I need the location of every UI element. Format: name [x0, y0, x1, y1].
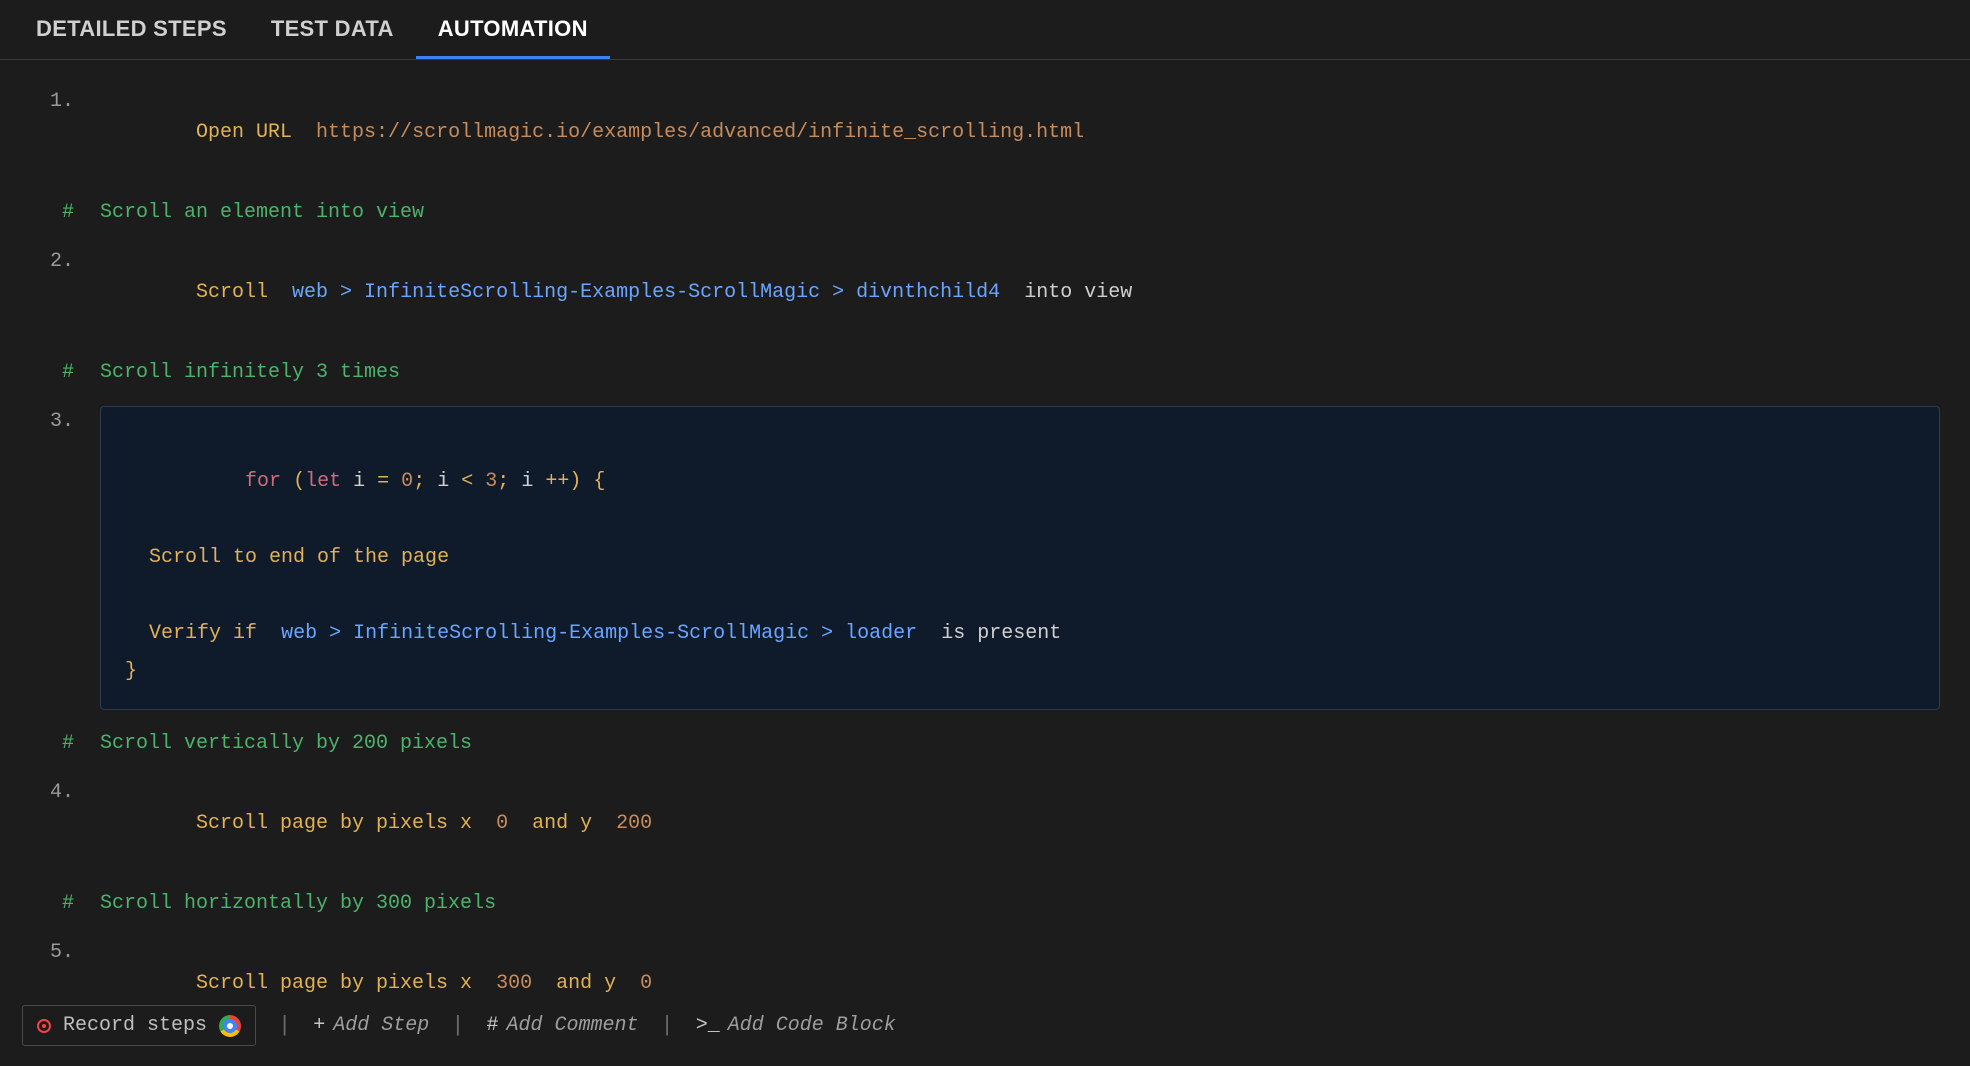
action-mid: and y — [556, 972, 616, 995]
action-keyword: Scroll page by pixels x — [196, 812, 472, 835]
add-comment-button[interactable]: # Add Comment — [486, 1014, 638, 1037]
steps-editor[interactable]: 1. Open URL https://scrollmagic.io/examp… — [0, 60, 1970, 1066]
code-inner-suffix: is present — [941, 622, 1061, 645]
code-block-row[interactable]: 3. for (let i = 0; i < 3; i ++) { Scroll… — [30, 406, 1940, 710]
comment-row[interactable]: # Scroll vertically by 200 pixels — [30, 728, 1940, 759]
add-code-label: Add Code Block — [728, 1014, 896, 1037]
action-keyword: Open URL — [196, 121, 292, 144]
separator: | — [274, 1013, 295, 1038]
value-y: 200 — [616, 812, 652, 835]
step-number: 1. — [30, 86, 100, 117]
step-row[interactable]: 1. Open URL https://scrollmagic.io/examp… — [30, 86, 1940, 179]
separator: | — [447, 1013, 468, 1038]
code-punct: ; — [497, 470, 509, 493]
step-number: 5. — [30, 937, 100, 968]
chrome-icon — [219, 1015, 241, 1037]
automation-panel: DETAILED STEPS TEST DATA AUTOMATION 1. O… — [0, 0, 1970, 1066]
code-op: < — [461, 470, 473, 493]
record-label: Record steps — [63, 1014, 207, 1037]
step-url: https://scrollmagic.io/examples/advanced… — [316, 121, 1084, 144]
step-body: Scroll web > InfiniteScrolling-Examples-… — [100, 246, 1940, 339]
code-number: 0 — [401, 470, 413, 493]
add-step-label: Add Step — [333, 1014, 429, 1037]
value-y: 0 — [640, 972, 652, 995]
separator: | — [657, 1013, 678, 1038]
code-keyword-for: for — [245, 470, 281, 493]
hash-icon: # — [486, 1014, 498, 1037]
code-inner-step: Verify if — [149, 622, 257, 645]
code-punct: } — [125, 660, 137, 683]
add-comment-label: Add Comment — [506, 1014, 638, 1037]
comment-marker: # — [30, 197, 100, 228]
add-step-button[interactable]: + Add Step — [313, 1014, 429, 1037]
tab-test-data[interactable]: TEST DATA — [249, 0, 416, 59]
record-steps-button[interactable]: Record steps — [22, 1005, 256, 1046]
comment-row[interactable]: # Scroll infinitely 3 times — [30, 357, 1940, 388]
tab-detailed-steps[interactable]: DETAILED STEPS — [14, 0, 249, 59]
comment-text: Scroll horizontally by 300 pixels — [100, 888, 1940, 919]
step-body: Scroll page by pixels x 0 and y 200 — [100, 777, 1940, 870]
toolbar: Record steps | +Add Step | #Add Comment … — [0, 995, 1970, 1066]
element-selector: web > InfiniteScrolling-Examples-ScrollM… — [281, 622, 917, 645]
code-var: i — [521, 470, 533, 493]
comment-marker: # — [30, 728, 100, 759]
code-number: 3 — [485, 470, 497, 493]
comment-marker: # — [30, 357, 100, 388]
code-inner-step: Scroll to end of the page — [149, 546, 449, 569]
step-number: 3. — [30, 406, 100, 437]
comment-row[interactable]: # Scroll an element into view — [30, 197, 1940, 228]
code-op: = — [377, 470, 389, 493]
action-mid: and y — [532, 812, 592, 835]
record-icon — [37, 1019, 51, 1033]
tab-bar: DETAILED STEPS TEST DATA AUTOMATION — [0, 0, 1970, 60]
code-punct: { — [593, 470, 605, 493]
action-keyword: Scroll page by pixels x — [196, 972, 472, 995]
step-body: Open URL https://scrollmagic.io/examples… — [100, 86, 1940, 179]
code-punct: ; — [413, 470, 425, 493]
code-block[interactable]: for (let i = 0; i < 3; i ++) { Scroll to… — [100, 406, 1940, 710]
step-row[interactable]: 4. Scroll page by pixels x 0 and y 200 — [30, 777, 1940, 870]
step-number: 2. — [30, 246, 100, 277]
element-selector: web > InfiniteScrolling-Examples-ScrollM… — [292, 281, 1000, 304]
code-keyword-let: let — [305, 470, 341, 493]
code-var: i — [353, 470, 365, 493]
code-op: ++ — [545, 470, 569, 493]
step-number: 4. — [30, 777, 100, 808]
action-suffix: into view — [1024, 281, 1132, 304]
plus-icon: + — [313, 1014, 325, 1037]
tab-automation[interactable]: AUTOMATION — [416, 0, 610, 59]
comment-marker: # — [30, 888, 100, 919]
comment-text: Scroll infinitely 3 times — [100, 357, 1940, 388]
value-x: 300 — [496, 972, 532, 995]
prompt-icon: >_ — [696, 1014, 720, 1037]
value-x: 0 — [496, 812, 508, 835]
code-punct: ) — [569, 470, 581, 493]
add-code-block-button[interactable]: >_ Add Code Block — [696, 1014, 896, 1037]
step-row[interactable]: 2. Scroll web > InfiniteScrolling-Exampl… — [30, 246, 1940, 339]
comment-text: Scroll an element into view — [100, 197, 1940, 228]
action-keyword: Scroll — [196, 281, 268, 304]
comment-text: Scroll vertically by 200 pixels — [100, 728, 1940, 759]
code-var: i — [437, 470, 449, 493]
comment-row[interactable]: # Scroll horizontally by 300 pixels — [30, 888, 1940, 919]
